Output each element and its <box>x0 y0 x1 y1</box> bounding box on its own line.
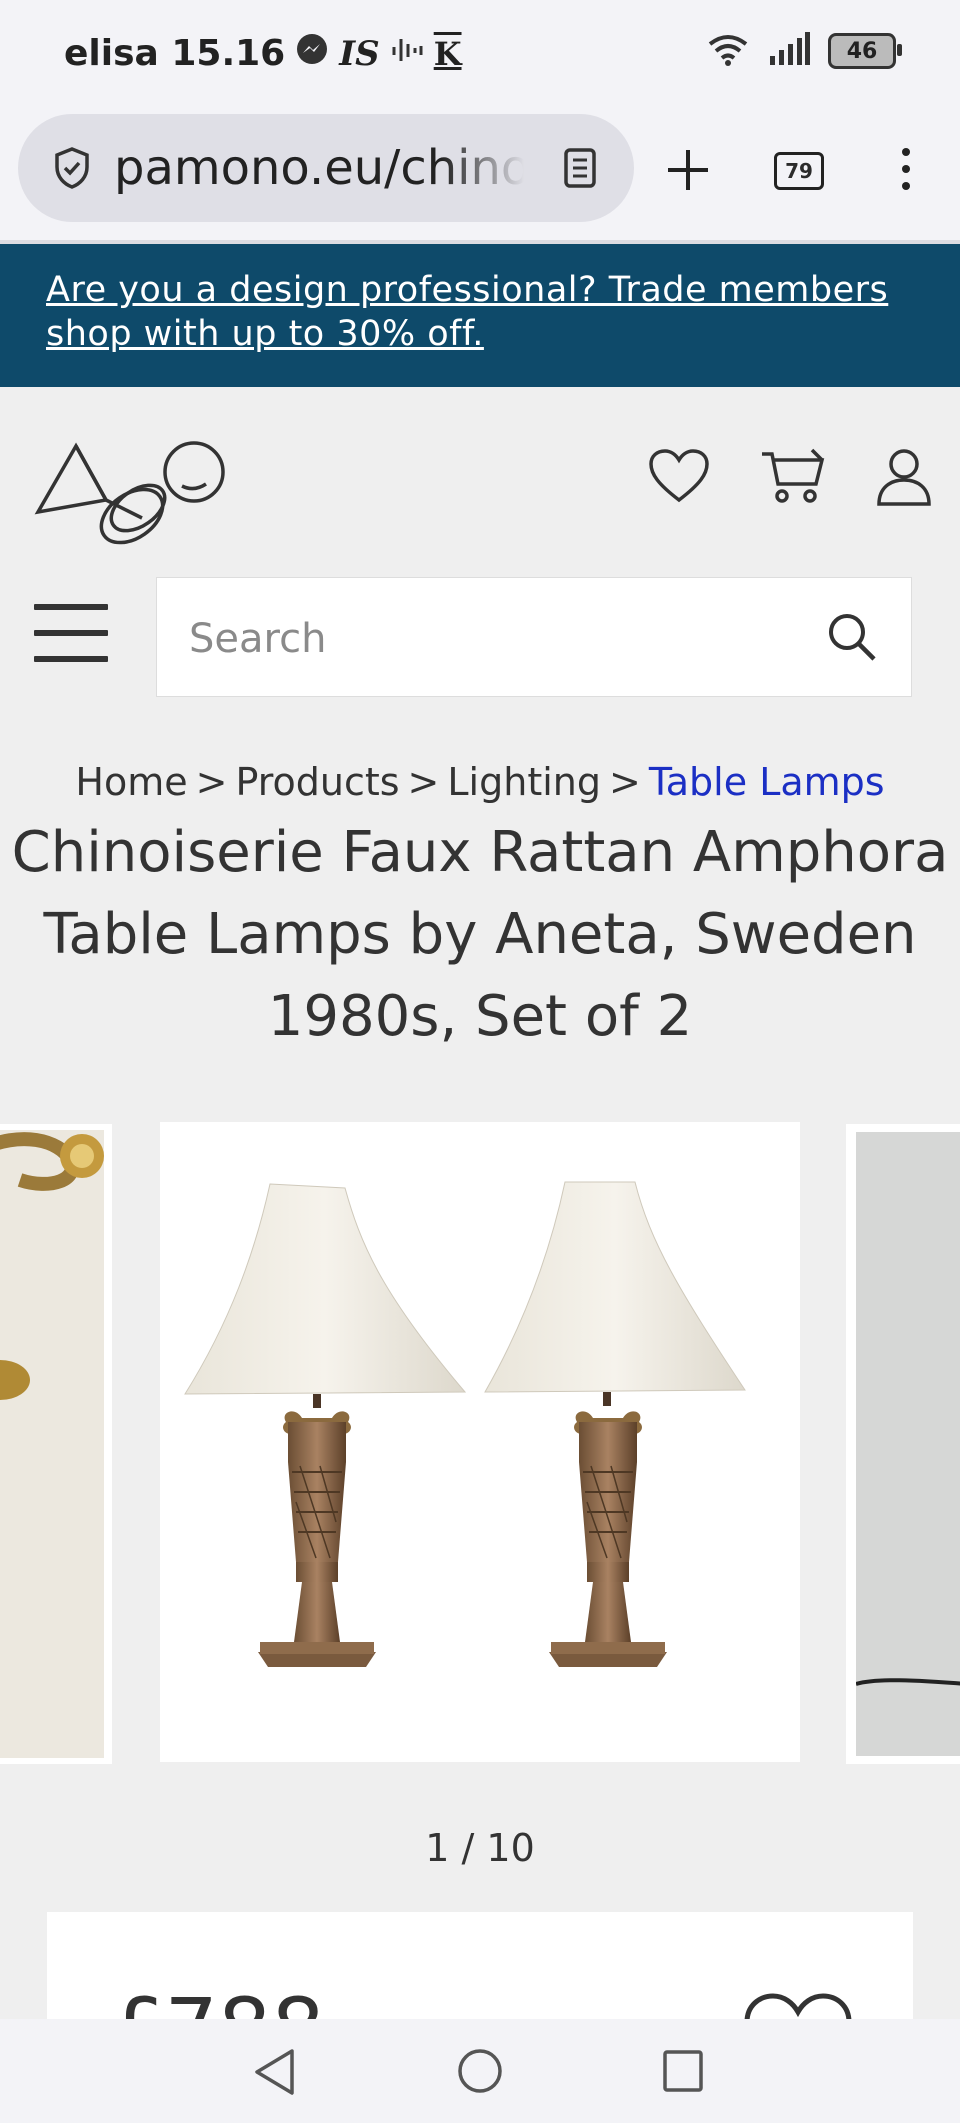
recents-icon[interactable] <box>662 2049 704 2097</box>
breadcrumb-separator: > <box>407 760 440 804</box>
home-icon[interactable] <box>456 2047 504 2099</box>
battery-icon: 46 <box>828 33 902 69</box>
cart-icon[interactable] <box>760 448 826 510</box>
trade-banner: Are you a design professional? Trade mem… <box>0 244 960 387</box>
breadcrumb-separator: > <box>609 760 641 804</box>
wifi-icon <box>706 32 750 70</box>
header-actions <box>648 448 932 510</box>
breadcrumb-table-lamps[interactable]: Table Lamps <box>649 760 885 804</box>
is-app-icon: IS <box>339 33 380 74</box>
product-title: Chinoiserie Faux Rattan Amphora Table La… <box>11 820 949 1049</box>
address-bar[interactable]: pamono.eu/chinoiserie-faux-rattan <box>18 114 634 222</box>
breadcrumb: Home > Products > Lighting > Table Lamps <box>0 760 960 804</box>
carousel-prev-slide[interactable] <box>0 1124 112 1764</box>
back-icon[interactable] <box>252 2047 296 2101</box>
k-app-icon: K <box>433 34 462 73</box>
menu-icon[interactable] <box>34 604 108 668</box>
signal-icon <box>768 32 810 70</box>
tab-switcher-button[interactable]: 79 <box>774 152 824 190</box>
shield-icon[interactable] <box>52 146 92 190</box>
search-box <box>156 577 912 697</box>
url-text[interactable]: pamono.eu/chinoiserie-faux-rattan <box>114 140 524 196</box>
carousel-counter: 1 / 10 <box>425 1826 535 1870</box>
browser-toolbar: pamono.eu/chinoiserie-faux-rattan 79 <box>0 110 960 244</box>
new-tab-icon[interactable] <box>666 148 710 196</box>
search-icon[interactable] <box>827 612 877 666</box>
system-nav-bar <box>0 2019 960 2123</box>
reader-mode-icon[interactable] <box>564 148 596 192</box>
user-icon[interactable] <box>876 448 932 510</box>
pamono-logo[interactable] <box>34 436 234 552</box>
breadcrumb-home[interactable]: Home <box>75 760 187 804</box>
breadcrumb-products[interactable]: Products <box>235 760 399 804</box>
carrier-time: elisa 15.16 <box>64 33 286 74</box>
browser-menu-icon[interactable] <box>900 146 912 196</box>
breadcrumb-separator: > <box>195 760 228 804</box>
messenger-icon <box>295 32 329 75</box>
product-image-lamps[interactable] <box>160 1122 800 1762</box>
carousel-next-slide[interactable] <box>846 1124 960 1764</box>
audio-icon <box>390 33 424 74</box>
heart-icon[interactable] <box>648 448 710 510</box>
status-bar: elisa 15.16 IS K 46 <box>0 0 960 110</box>
breadcrumb-lighting[interactable]: Lighting <box>447 760 601 804</box>
trade-banner-link[interactable]: Are you a design professional? Trade mem… <box>46 268 926 356</box>
search-input[interactable] <box>187 608 791 670</box>
